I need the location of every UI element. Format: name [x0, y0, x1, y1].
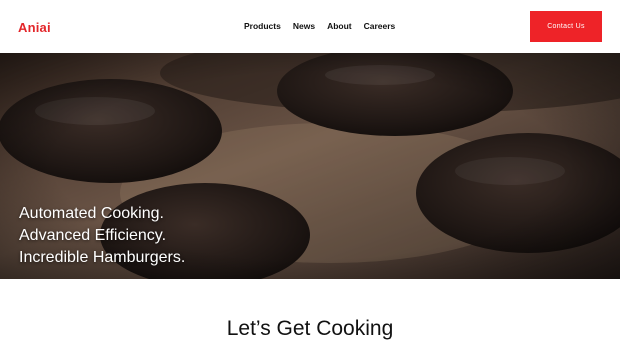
site-header: Aniai Products News About Careers Contac…	[0, 0, 620, 53]
contact-us-label: Contact Us	[547, 23, 585, 30]
section-title: Let’s Get Cooking	[226, 317, 394, 340]
hero-line-2: Advanced Efficiency.	[19, 227, 167, 244]
nav-link-products[interactable]: Products	[244, 21, 281, 31]
logo-wordmark: Aniai	[18, 20, 51, 35]
hero-headline: Automated Cooking. Advanced Efficiency. …	[19, 203, 185, 269]
brand-logo[interactable]: Aniai	[18, 19, 51, 35]
contact-us-button[interactable]: Contact Us	[530, 11, 602, 42]
nav-link-about[interactable]: About	[327, 21, 352, 31]
nav-link-news[interactable]: News	[293, 21, 315, 31]
hero-banner: Automated Cooking. Advanced Efficiency. …	[0, 53, 620, 279]
nav-link-careers[interactable]: Careers	[364, 21, 396, 31]
main-nav: Products News About Careers	[244, 21, 395, 31]
hero-line-1: Automated Cooking.	[19, 205, 164, 222]
hero-line-3: Incredible Hamburgers.	[19, 249, 186, 266]
